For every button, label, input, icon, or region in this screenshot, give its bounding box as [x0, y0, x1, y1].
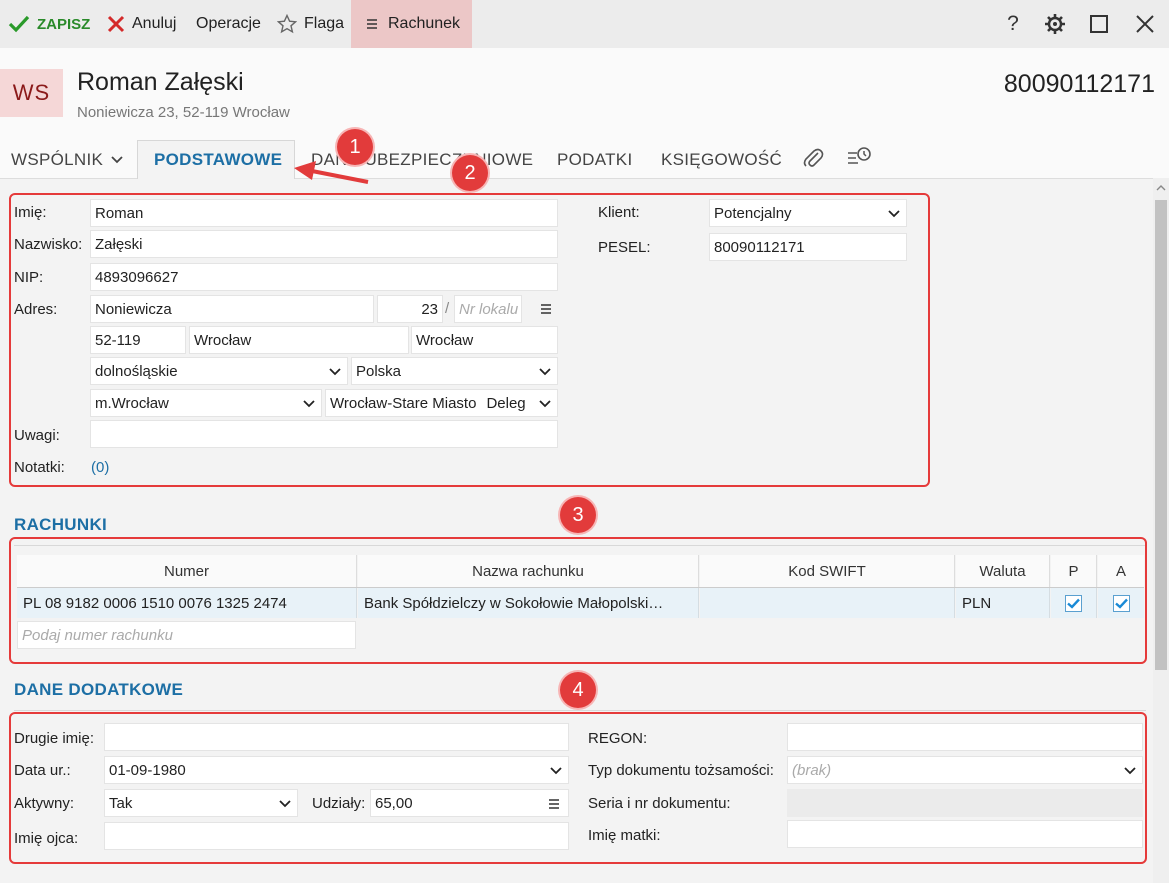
annotation-box-basic: [9, 193, 930, 487]
annotation-badge-4: 4: [560, 672, 596, 708]
maximize-icon[interactable]: [1087, 12, 1111, 36]
tab-podstawowe[interactable]: PODSTAWOWE: [137, 140, 296, 179]
annotation-badge-2: 2: [452, 155, 488, 191]
checkmark-icon: [8, 15, 30, 33]
section-divider: [14, 710, 1146, 711]
save-label: ZAPISZ: [37, 15, 91, 33]
record-header: WS Roman Załęski Noniewicza 23, 52-119 W…: [0, 48, 1169, 140]
scroll-thumb[interactable]: [1155, 200, 1167, 670]
close-x-icon: [107, 15, 125, 33]
annotation-box-accounts: [9, 537, 1147, 664]
annotation-box-extra: [9, 712, 1147, 864]
tab-ksiegowosc[interactable]: KSIĘGOWOŚĆ: [661, 150, 782, 170]
person-name: Roman Załęski: [77, 68, 244, 96]
rachunki-section-title: RACHUNKI: [14, 515, 108, 534]
flag-label: Flaga: [304, 15, 345, 32]
account-button[interactable]: Rachunek: [351, 0, 473, 48]
operations-button[interactable]: Operacje: [196, 0, 261, 48]
close-window-icon[interactable]: [1133, 12, 1157, 36]
star-icon: [277, 14, 297, 34]
gear-icon[interactable]: [1043, 12, 1067, 36]
avatar: WS: [0, 69, 63, 117]
save-button[interactable]: ZAPISZ: [8, 0, 90, 48]
menu-lines-icon: [367, 19, 377, 29]
tab-wspolnik-label: WSPÓLNIK: [11, 150, 104, 169]
help-icon[interactable]: ?: [1001, 12, 1025, 36]
scroll-up-icon[interactable]: [1156, 184, 1166, 192]
cancel-button[interactable]: Anuluj: [107, 0, 176, 48]
person-id-number: 80090112171: [1003, 70, 1155, 98]
tab-wspolnik[interactable]: WSPÓLNIK: [11, 150, 123, 170]
paperclip-icon[interactable]: [802, 146, 824, 175]
history-icon[interactable]: [846, 145, 872, 174]
tab-bar: WSPÓLNIK PODSTAWOWE DANE UBEZPIECZENIOWE…: [0, 140, 1169, 179]
toolbar: ZAPISZ Anuluj Operacje Flaga Rachunek ?: [0, 0, 1169, 48]
account-label: Rachunek: [388, 15, 461, 32]
annotation-badge-1: 1: [337, 129, 373, 165]
scrollbar[interactable]: [1153, 178, 1169, 883]
flag-button[interactable]: Flaga: [277, 0, 344, 48]
annotation-badge-3: 3: [560, 497, 596, 533]
tab-podatki[interactable]: PODATKI: [557, 150, 632, 170]
chevron-down-icon: [111, 156, 123, 164]
person-address: Noniewicza 23, 52-119 Wrocław: [77, 104, 290, 121]
dane-dodatkowe-section-title: DANE DODATKOWE: [14, 680, 184, 699]
cancel-label: Anuluj: [132, 15, 177, 32]
operations-label: Operacje: [196, 15, 261, 32]
